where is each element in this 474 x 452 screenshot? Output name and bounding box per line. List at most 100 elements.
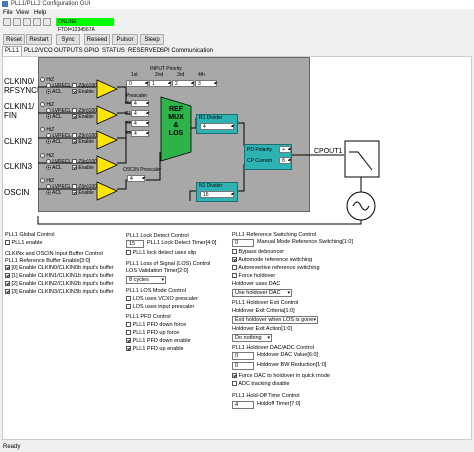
bypass-debouncer-label: Bypass debouncer <box>238 249 285 255</box>
manual-ref-input[interactable]: 0 <box>232 239 254 247</box>
prescaler-r2-input[interactable]: 4 <box>131 120 149 127</box>
reset-button[interactable]: Reset <box>3 34 25 45</box>
los-timer-select[interactable]: 8 cycles <box>126 276 166 284</box>
bypass-debouncer-checkbox[interactable]: Bypass debouncer <box>232 249 284 256</box>
los-input-checkbox[interactable]: LOS uses input prescaler <box>126 304 194 311</box>
pll1-enable-checkbox[interactable]: PLL1 enable <box>5 240 42 247</box>
force-holdover-checkbox[interactable]: Force holdover <box>232 273 275 280</box>
app-icon <box>2 1 8 7</box>
input-3-enable-checkbox[interactable]: Enable <box>72 165 94 171</box>
los-vcxo-label: LOS uses VCXO prescaler <box>132 296 198 302</box>
prescaler-r0-label: R0 <box>125 100 131 105</box>
write-icon[interactable] <box>33 18 41 26</box>
ref-buffer-label: PLL1 Reference Buffer Enable[3:0] <box>5 258 91 264</box>
pfd-down-enable-checkbox[interactable]: PLL1 PFD down enable <box>126 338 191 345</box>
refresh-icon[interactable] <box>43 18 51 26</box>
cpout-label: CPOUT1 <box>314 148 343 155</box>
menu-file[interactable]: File <box>3 10 13 16</box>
zin-check-icon <box>72 184 77 190</box>
window-title: PLL1/PLL2 Configuration GUI <box>11 1 91 7</box>
holdover-exit-action-select[interactable]: Do nothing <box>232 334 272 342</box>
prescaler-r0-input[interactable]: 4 <box>131 100 149 107</box>
prescaler-label: Prescaler <box>126 93 148 99</box>
adc-tracking-checkbox[interactable]: ADC tracking disable <box>232 381 290 388</box>
buffer-check-icon <box>5 273 10 279</box>
acl-radio-icon <box>46 190 51 196</box>
pfd-down-enable-label: PLL1 PFD down enable <box>132 338 191 344</box>
pfd-up-enable-checkbox[interactable]: PLL1 PFD up enable <box>126 346 184 353</box>
oscin-prescaler-label: OSCIN Prescaler <box>123 167 162 173</box>
input-2-acl-radio[interactable]: ACL <box>46 139 62 145</box>
autorevertive-label: Autorevertive reference switching <box>238 265 320 271</box>
lock-timer-input[interactable]: 15 <box>126 240 144 248</box>
r1-divider-input[interactable]: 4 <box>200 123 234 130</box>
cp-current-input[interactable]: 8 <box>279 157 291 164</box>
input-3-acl-radio[interactable]: ACL <box>46 165 62 171</box>
priority-1-select[interactable]: 0 <box>126 80 148 87</box>
oscin-prescaler-input[interactable]: 4 <box>127 175 145 182</box>
holdover-dac-value-input[interactable]: 0 <box>232 352 254 360</box>
acl-radio-icon <box>46 89 51 95</box>
automode-checkbox[interactable]: Automode reference switching <box>232 257 312 264</box>
sleep-button[interactable]: Sleep <box>140 34 164 45</box>
menu-view[interactable]: View <box>16 10 29 16</box>
read-icon[interactable] <box>23 18 31 26</box>
n1-divider-input[interactable]: 16 <box>200 191 234 198</box>
tab-gpio[interactable]: GPIO <box>82 47 101 56</box>
ref-mux-label: REF MUX & LOS <box>168 106 184 137</box>
holdover-exit-criteria-select[interactable]: Exit holdover when LOS is gone <box>232 316 318 324</box>
autorevertive-checkbox[interactable]: Autorevertive reference switching <box>232 265 320 272</box>
pd-polarity-select[interactable]: + <box>279 146 291 153</box>
prescaler-r3-input[interactable]: 4 <box>131 130 149 137</box>
menu-help[interactable]: Help <box>34 10 46 16</box>
buffer-enable-checkbox-1[interactable]: [1] Enable CLKIN1/CLKIN1b input's buffer <box>5 273 114 280</box>
status-bar: Ready <box>0 443 474 452</box>
input-0-enable-checkbox[interactable]: Enable <box>72 89 94 95</box>
enable-check-icon <box>72 190 77 196</box>
input-4-acl-radio[interactable]: ACL <box>46 190 62 196</box>
adc-tracking-label: ADC tracking disable <box>238 381 290 387</box>
holdover-bw-input[interactable]: 0 <box>232 362 254 370</box>
acl-radio-icon <box>46 114 51 120</box>
input-1-acl-radio[interactable]: ACL <box>46 114 62 120</box>
input-2-enable-checkbox[interactable]: Enable <box>72 139 94 145</box>
buffer-enable-checkbox-2[interactable]: [2] Enable CLKIN2/CLKIN2b input's buffer <box>5 281 114 288</box>
pfd-down-force-checkbox[interactable]: PLL1 PFD down force <box>126 322 186 329</box>
disconnect-icon[interactable] <box>13 18 21 26</box>
priority-2-select[interactable]: 1 <box>149 80 171 87</box>
holdover-dac-select[interactable]: Use holdover DAC <box>232 289 292 297</box>
pulsor-button[interactable]: Pulsor <box>112 34 138 45</box>
input-0-acl-radio[interactable]: ACL <box>46 89 62 95</box>
prescaler-r3-label: R3 <box>125 130 131 135</box>
pfd-up-enable-check-icon <box>126 346 131 352</box>
prescaler-r1-input[interactable]: 4 <box>131 110 149 117</box>
force-dac-check-icon <box>232 373 237 379</box>
input-4-enable-checkbox[interactable]: Enable <box>72 190 94 196</box>
sync-button[interactable]: Sync <box>56 34 80 45</box>
enable-label: Enable <box>78 165 94 171</box>
tab-spi-communication[interactable]: SPI Communication <box>158 47 215 56</box>
global-control-title: PLL1 Global Control <box>5 232 55 238</box>
clkin2-buffer-icon <box>96 130 118 150</box>
input-1-enable-checkbox[interactable]: Enable <box>72 114 94 120</box>
lock-slip-checkbox[interactable]: PLL1 lock detect uses slip <box>126 250 196 257</box>
los-vcxo-checkbox[interactable]: LOS uses VCXO prescaler <box>126 296 198 303</box>
reseed-button[interactable]: Reseed <box>84 34 110 45</box>
adc-tracking-check-icon <box>232 381 237 387</box>
n1-divider-label: N1 Divider <box>199 183 223 189</box>
buffer-control-title: CLKINx and OSCIN Input Buffer Control <box>5 251 103 257</box>
restart-button[interactable]: Restart <box>26 34 52 45</box>
connect-icon[interactable] <box>3 18 11 26</box>
buffer-enable-checkbox-0[interactable]: [0] Enable CLKIN0/CLKIN0b input's buffer <box>5 265 114 272</box>
buffer-enable-checkbox-3[interactable]: [3] Enable CLKIN3/CLKIN3b input's buffer <box>5 289 114 296</box>
tab-pll2-vco[interactable]: PLL2/VCO <box>22 47 55 56</box>
pfd-up-force-checkbox[interactable]: PLL1 PFD up force <box>126 330 179 337</box>
zin-check-icon <box>72 159 77 165</box>
priority-3-select[interactable]: 2 <box>172 80 194 87</box>
holdoff-timer-input[interactable]: 4 <box>232 401 254 409</box>
force-dac-checkbox[interactable]: Force DAC to holdover in quick mode <box>232 373 330 380</box>
tab-status[interactable]: STATUS <box>100 47 127 56</box>
tab-outputs[interactable]: OUTPUTS <box>52 47 85 56</box>
priority-4-select[interactable]: 3 <box>195 80 217 87</box>
acl-radio-icon <box>46 139 51 145</box>
